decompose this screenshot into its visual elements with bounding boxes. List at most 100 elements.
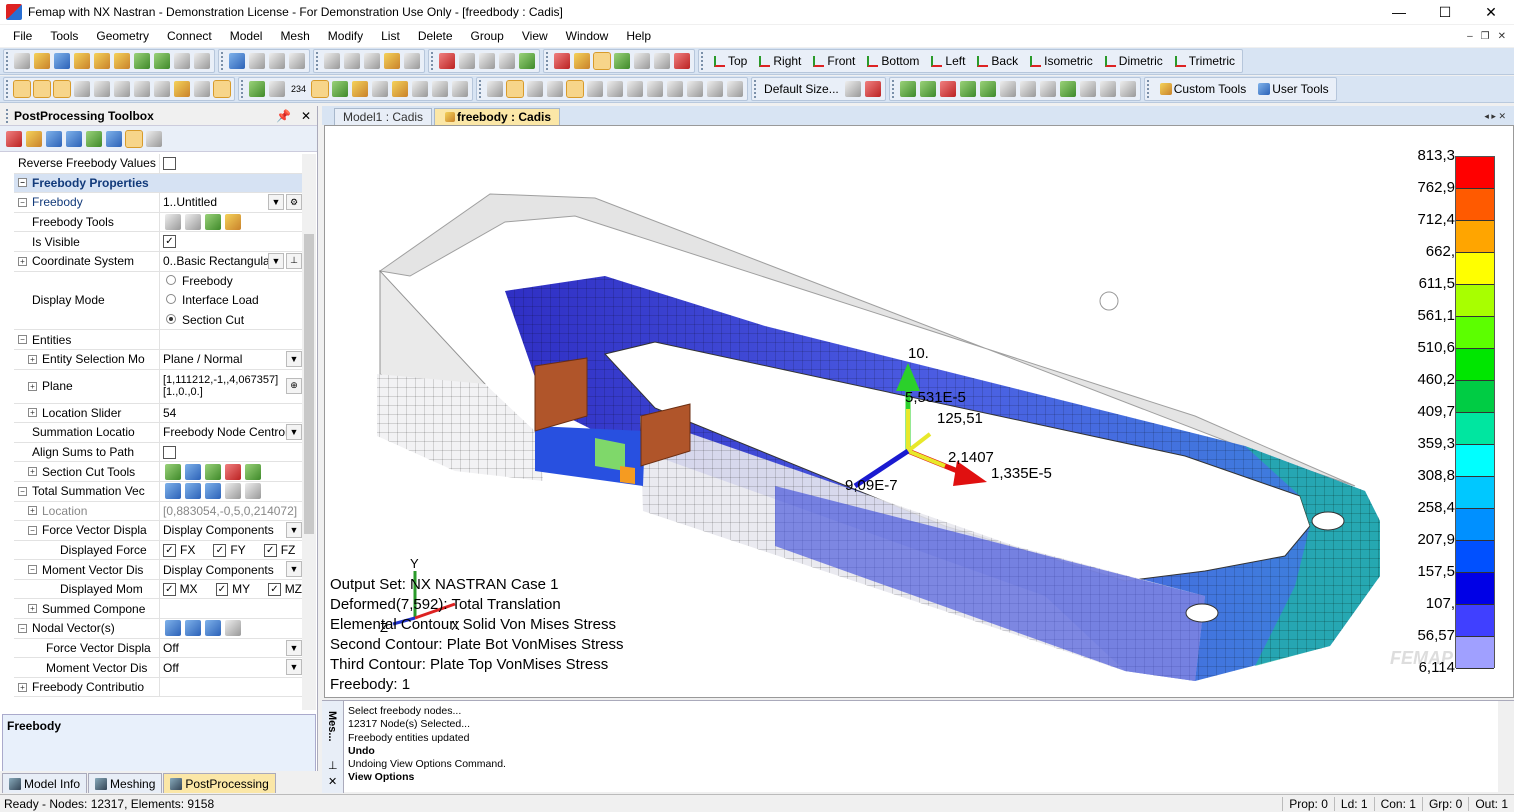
menu-tools[interactable]: Tools bbox=[41, 25, 87, 47]
pick-icon[interactable] bbox=[554, 53, 570, 69]
expand-icon[interactable]: + bbox=[28, 604, 37, 614]
view-dimetric-button[interactable]: Dimetric bbox=[1103, 54, 1163, 68]
scrollbar-thumb[interactable] bbox=[304, 234, 314, 534]
plane-base-value[interactable]: [1,111212,-1,,4,067357] bbox=[163, 374, 278, 386]
render-mode-icon[interactable] bbox=[566, 80, 585, 98]
material-icon[interactable] bbox=[154, 53, 170, 69]
axis-pick-icon[interactable]: ⊥ bbox=[286, 252, 302, 269]
criteria-tool-icon[interactable] bbox=[86, 130, 102, 147]
collapse-icon[interactable]: − bbox=[28, 525, 37, 535]
open-icon[interactable] bbox=[34, 53, 50, 69]
check-freebody-icon[interactable] bbox=[205, 214, 221, 231]
panel-scrollbar[interactable] bbox=[302, 154, 316, 710]
collapse-icon[interactable]: − bbox=[18, 178, 27, 188]
custom-tools-button[interactable]: Custom Tools bbox=[1158, 82, 1246, 96]
tool-h-icon[interactable] bbox=[1039, 81, 1056, 97]
messages-scrollbar[interactable] bbox=[1498, 701, 1514, 793]
toolbar-grip[interactable] bbox=[241, 80, 244, 98]
select-icon[interactable] bbox=[404, 53, 420, 69]
messages-icon[interactable] bbox=[134, 81, 150, 97]
deform-tool-icon[interactable] bbox=[26, 130, 42, 147]
minimize-button[interactable]: — bbox=[1376, 0, 1422, 24]
radio-freebody[interactable]: Freebody bbox=[163, 274, 233, 288]
curve-icon[interactable] bbox=[332, 81, 349, 97]
category-freebody-properties[interactable]: − Freebody Properties bbox=[14, 173, 302, 194]
zoom-icon[interactable] bbox=[269, 53, 285, 69]
moment-vector-display-select[interactable]: Display Components bbox=[163, 563, 274, 577]
radio-section-cut[interactable]: Section Cut bbox=[163, 313, 244, 327]
tool-c-icon[interactable] bbox=[939, 81, 956, 97]
edit-freebody-icon[interactable] bbox=[225, 214, 241, 231]
surface-icon[interactable] bbox=[352, 81, 369, 97]
clip-icon[interactable] bbox=[687, 81, 704, 97]
collapse-icon[interactable]: − bbox=[18, 197, 27, 207]
expand-icon[interactable]: + bbox=[28, 467, 37, 477]
maximize-button[interactable]: ☐ bbox=[1422, 0, 1468, 24]
filter-icon[interactable] bbox=[384, 53, 400, 69]
element-icon[interactable] bbox=[114, 53, 130, 69]
status-output[interactable]: Out: 1 bbox=[1468, 796, 1514, 811]
status-load[interactable]: Ld: 1 bbox=[1333, 796, 1374, 811]
data-table-icon[interactable] bbox=[94, 81, 110, 97]
mx-checkbox[interactable]: ✓ bbox=[163, 582, 176, 596]
menu-view[interactable]: View bbox=[513, 25, 557, 47]
menu-model[interactable]: Model bbox=[221, 25, 272, 47]
force-vector-display-select[interactable]: Display Components bbox=[163, 523, 274, 537]
pin-messages-icon[interactable]: ⊥ bbox=[328, 759, 338, 772]
label-icon[interactable] bbox=[311, 80, 330, 98]
close-panel-icon[interactable]: ✕ bbox=[301, 109, 311, 123]
view-bottom-button[interactable]: Bottom bbox=[865, 54, 919, 68]
mdi-close-icon[interactable]: ✕ bbox=[1498, 31, 1506, 42]
cube-icon[interactable] bbox=[289, 53, 305, 69]
group-icon[interactable] bbox=[364, 53, 380, 69]
mdi-minimize-icon[interactable]: – bbox=[1467, 31, 1473, 42]
status-prop[interactable]: Prop: 0 bbox=[1282, 796, 1334, 811]
new-freebody-icon[interactable] bbox=[165, 214, 181, 231]
status-group[interactable]: Grp: 0 bbox=[1421, 796, 1468, 811]
toolbar-grip[interactable] bbox=[754, 80, 757, 98]
pin-panel-icon[interactable]: 📌 bbox=[276, 109, 291, 123]
view-top-button[interactable]: Top bbox=[712, 54, 747, 68]
contour-icon[interactable] bbox=[459, 53, 475, 69]
tab-next-icon[interactable]: ▸ bbox=[1491, 111, 1496, 121]
nodal-b-icon[interactable] bbox=[185, 620, 201, 637]
cut-tool-e-icon[interactable] bbox=[245, 463, 261, 480]
nodal-c-icon[interactable] bbox=[205, 620, 221, 637]
tool-l-icon[interactable] bbox=[1119, 81, 1136, 97]
panel-grip[interactable] bbox=[6, 108, 9, 123]
table-icon[interactable] bbox=[547, 81, 564, 97]
my-checkbox[interactable]: ✓ bbox=[215, 582, 229, 596]
nodal-force-display-select[interactable]: Off bbox=[163, 641, 179, 655]
check-icon[interactable] bbox=[519, 53, 535, 69]
grid-snap-icon[interactable] bbox=[527, 81, 544, 97]
tab-freebody[interactable]: freebody : Cadis bbox=[434, 108, 561, 125]
view-right-button[interactable]: Right bbox=[757, 54, 801, 68]
tab-postprocessing[interactable]: PostProcessing bbox=[163, 773, 276, 793]
messages-tab[interactable]: Mes... ⊥ ✕ bbox=[322, 701, 344, 793]
menu-group[interactable]: Group bbox=[462, 25, 513, 47]
fill-icon[interactable] bbox=[647, 81, 664, 97]
view-left-button[interactable]: Left bbox=[929, 54, 965, 68]
freebody-tool-icon[interactable] bbox=[6, 130, 22, 147]
tool-d-icon[interactable] bbox=[959, 81, 976, 97]
hash-icon[interactable] bbox=[432, 81, 449, 97]
menu-list[interactable]: List bbox=[372, 25, 409, 47]
mdi-restore-icon[interactable]: ❐ bbox=[1481, 31, 1490, 42]
contour-tool-icon[interactable] bbox=[46, 130, 62, 147]
copy-freebody-icon[interactable] bbox=[185, 214, 201, 231]
close-messages-icon[interactable]: ✕ bbox=[328, 775, 337, 788]
save-icon[interactable] bbox=[54, 53, 70, 69]
tab-meshing[interactable]: Meshing bbox=[88, 773, 163, 793]
model-info-icon[interactable] bbox=[13, 80, 31, 98]
eraser-icon[interactable] bbox=[593, 52, 611, 70]
expand-icon[interactable]: + bbox=[28, 408, 37, 418]
cut-tool-b-icon[interactable] bbox=[185, 463, 201, 480]
globe-icon[interactable] bbox=[229, 53, 245, 69]
layers-icon[interactable] bbox=[344, 53, 360, 69]
plane-pick-icon[interactable]: ⊕ bbox=[286, 377, 302, 394]
nodal-a-icon[interactable] bbox=[165, 620, 181, 637]
entity-editor-icon[interactable] bbox=[74, 81, 90, 97]
pin-icon[interactable] bbox=[844, 81, 861, 97]
fz-checkbox[interactable]: ✓ bbox=[263, 543, 277, 557]
workplane-icon[interactable] bbox=[487, 81, 504, 97]
